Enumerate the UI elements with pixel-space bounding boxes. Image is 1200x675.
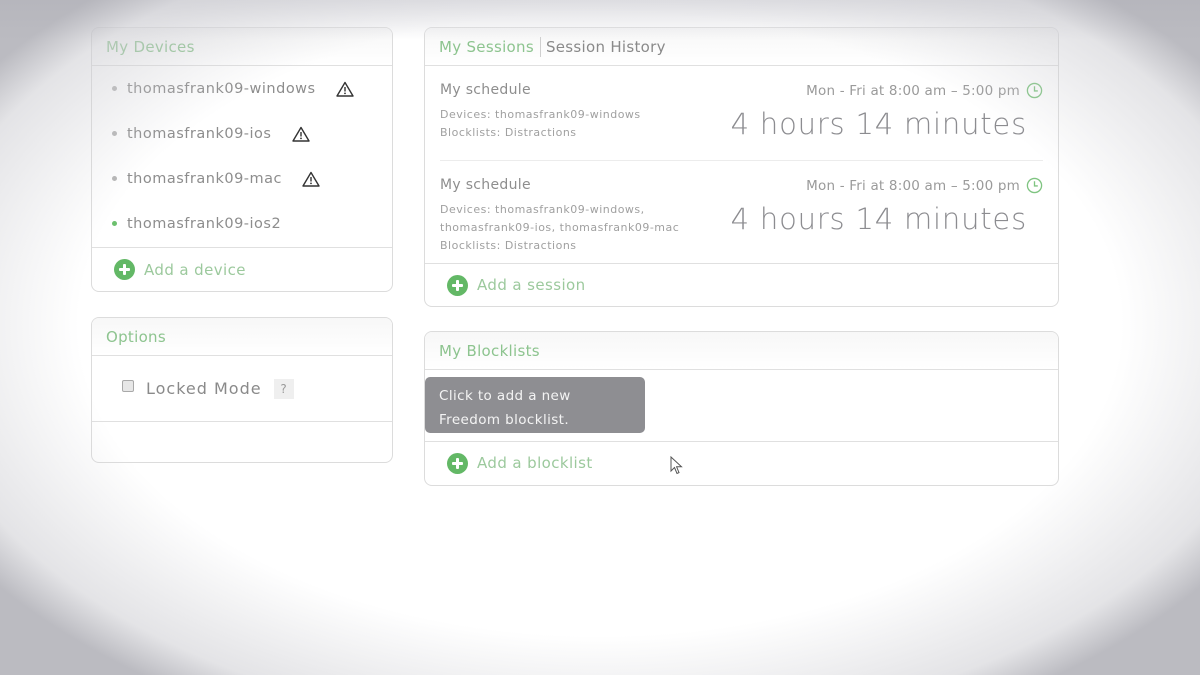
blocklists-header: My Blocklists [425, 332, 1058, 370]
blocklists-panel: My Blocklists Click to add a new Freedom… [424, 331, 1059, 486]
plus-circle-icon [447, 452, 468, 474]
status-dot-offline [112, 86, 117, 91]
device-list: thomasfrank09-windows thomasfrank09-ios … [92, 66, 392, 246]
device-name: thomasfrank09-ios [127, 125, 272, 142]
devices-header: My Devices [92, 28, 392, 66]
device-item[interactable]: thomasfrank09-windows [92, 66, 392, 111]
session-devices: Devices: thomasfrank09-windows, [440, 203, 645, 216]
add-device-button[interactable]: Add a device [92, 247, 392, 291]
help-icon[interactable]: ? [273, 378, 294, 399]
session-blocklists: Blocklists: Distractions [440, 239, 577, 252]
status-dot-offline [112, 131, 117, 136]
clock-icon [1026, 177, 1043, 194]
devices-title: My Devices [106, 37, 195, 56]
session-devices-cont: thomasfrank09-ios, thomasfrank09-mac [440, 221, 680, 234]
blocklists-title: My Blocklists [439, 341, 540, 360]
session-title: My schedule [440, 82, 531, 98]
session-title: My schedule [440, 177, 531, 193]
session-schedule: Mon - Fri at 8:00 am – 5:00 pm [806, 82, 1043, 99]
locked-mode-label: Locked Mode [146, 379, 262, 398]
plus-circle-icon [114, 259, 135, 280]
session-schedule-text: Mon - Fri at 8:00 am – 5:00 pm [806, 82, 1020, 99]
tooltip-line-2: Freedom blocklist. [439, 412, 570, 428]
add-session-label: Add a session [477, 276, 586, 294]
warning-icon[interactable] [302, 171, 320, 187]
session-meta: Devices: thomasfrank09-windows, thomasfr… [440, 201, 679, 255]
session-duration: 4 hours 14 minutes [730, 107, 1027, 141]
session-schedule-text: Mon - Fri at 8:00 am – 5:00 pm [806, 177, 1020, 194]
add-blocklist-button[interactable]: Add a blocklist [425, 441, 1058, 485]
session-duration: 4 hours 14 minutes [730, 202, 1027, 236]
session-item[interactable]: My schedule Devices: thomasfrank09-windo… [440, 161, 1043, 263]
device-name: thomasfrank09-mac [127, 170, 283, 187]
devices-panel: My Devices thomasfrank09-windows thomasf… [91, 27, 393, 292]
device-name: thomasfrank09-ios2 [127, 215, 282, 232]
plus-circle-icon [447, 274, 468, 296]
blocklists-body: Click to add a new Freedom blocklist. [425, 370, 1058, 442]
tab-my-sessions[interactable]: My Sessions [439, 38, 534, 56]
tooltip-line-1: Click to add a new [439, 388, 571, 404]
status-dot-offline [112, 176, 117, 181]
tab-session-history[interactable]: Session History [546, 38, 666, 56]
device-name: thomasfrank09-windows [127, 80, 316, 97]
sessions-header: My Sessions Session History [425, 28, 1058, 66]
locked-mode-checkbox[interactable] [122, 379, 134, 392]
session-meta: Devices: thomasfrank09-windows Blocklist… [440, 106, 641, 142]
device-item[interactable]: thomasfrank09-ios2 [92, 201, 392, 246]
session-schedule: Mon - Fri at 8:00 am – 5:00 pm [806, 177, 1043, 194]
device-item[interactable]: thomasfrank09-ios [92, 111, 392, 156]
sessions-panel: My Sessions Session History My schedule … [424, 27, 1059, 307]
status-dot-online [112, 221, 117, 226]
session-devices: Devices: thomasfrank09-windows [440, 108, 641, 121]
options-title: Options [106, 327, 166, 346]
locked-mode-row: Locked Mode ? [92, 356, 392, 422]
options-header: Options [92, 318, 392, 356]
add-session-button[interactable]: Add a session [425, 263, 1058, 306]
options-panel: Options Locked Mode ? [91, 317, 393, 463]
session-blocklists: Blocklists: Distractions [440, 126, 577, 139]
session-item[interactable]: My schedule Devices: thomasfrank09-windo… [440, 66, 1043, 161]
warning-icon[interactable] [335, 81, 354, 97]
add-blocklist-label: Add a blocklist [477, 454, 593, 472]
tab-divider [539, 36, 541, 57]
device-item[interactable]: thomasfrank09-mac [92, 156, 392, 201]
clock-icon [1026, 82, 1043, 99]
warning-icon[interactable] [291, 126, 310, 142]
mouse-cursor-icon [670, 456, 683, 475]
add-blocklist-tooltip: Click to add a new Freedom blocklist. [425, 377, 645, 433]
add-device-label: Add a device [144, 260, 246, 279]
